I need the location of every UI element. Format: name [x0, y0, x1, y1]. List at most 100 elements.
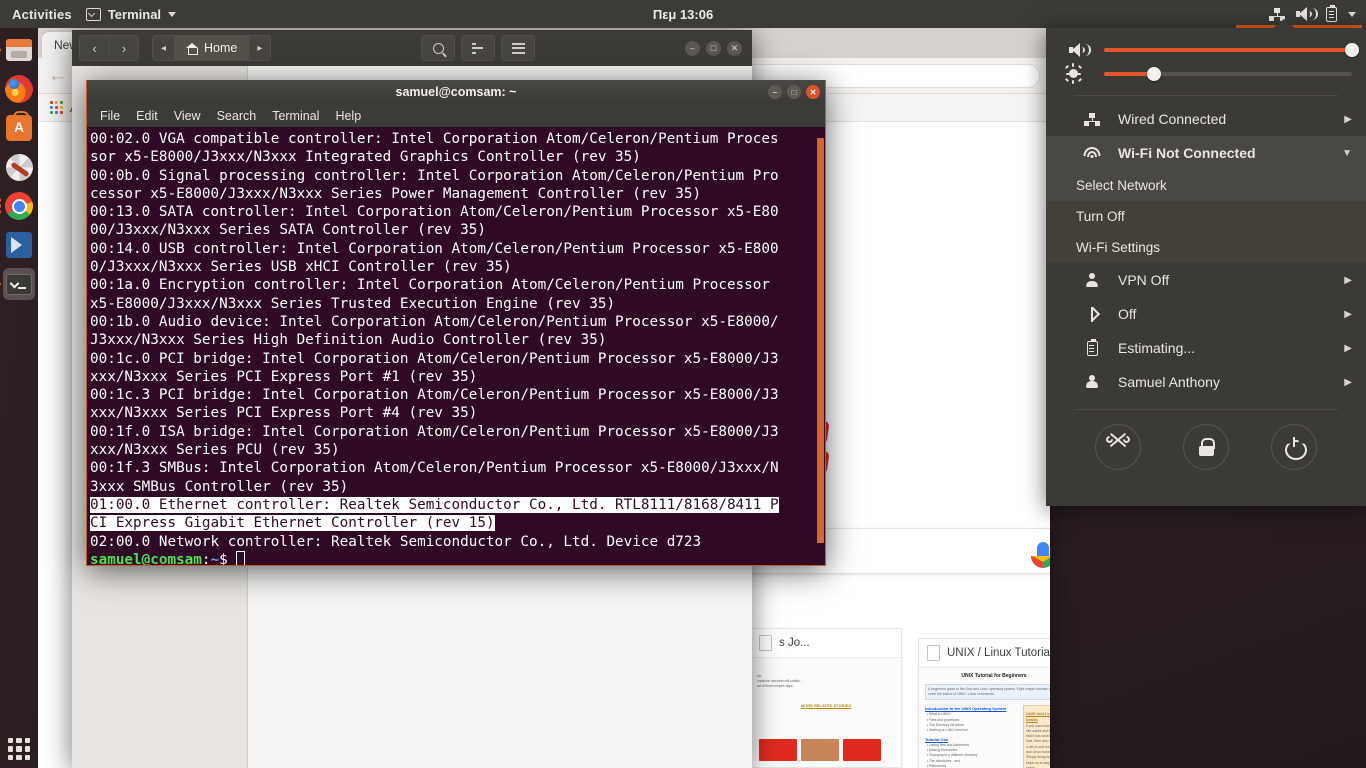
volume-slider[interactable] [1104, 43, 1359, 57]
terminal-scrollbar[interactable] [817, 138, 824, 543]
terminal-menu-search[interactable]: Search [209, 107, 265, 125]
files-view-toggle[interactable] [461, 35, 496, 61]
help-icon [5, 153, 33, 181]
back-icon[interactable]: ← [48, 66, 67, 85]
terminal-prompt-symbol: $ [219, 551, 228, 565]
brightness-slider-row[interactable] [1046, 62, 1366, 85]
wifi-select-network-item[interactable]: Select Network [1046, 170, 1366, 201]
terminal-menu-file[interactable]: File [92, 107, 128, 125]
files-menu-button[interactable] [501, 35, 536, 61]
terminal-line: 0/J3xxx/N3xxx Series USB xHCI Controller… [90, 259, 512, 276]
wifi-turn-off-item[interactable]: Turn Off [1046, 201, 1366, 232]
menu-row-bluetooth[interactable]: Off ▶ [1046, 297, 1366, 331]
chevron-right-icon: ▶ [1344, 274, 1352, 286]
terminal-line: 3xxx SMBus Controller (rev 35) [90, 478, 349, 495]
menu-row-vpn[interactable]: VPN Off ▶ [1046, 263, 1366, 297]
volume-slider-row[interactable] [1046, 38, 1366, 62]
terminal-line: xxx/N3xxx Series PCU (rev 35) [90, 442, 340, 459]
dock-item-firefox[interactable] [3, 73, 35, 105]
menu-row-user[interactable]: Samuel Anthony ▶ [1046, 365, 1366, 399]
network-wired-icon [1082, 112, 1102, 126]
files-icon [6, 39, 32, 61]
terminal-icon [85, 7, 101, 21]
files-back-button[interactable]: ‹ [79, 35, 109, 61]
terminal-line: 00:02.0 VGA compatible controller: Intel… [90, 131, 779, 147]
search-icon [432, 42, 444, 54]
terminal-line-selected: CI Express Gigabit Ethernet Controller (… [90, 515, 495, 532]
files-search-button[interactable] [421, 35, 456, 61]
firefox-icon [5, 75, 33, 103]
terminal-line: sor x5-E8000/J3xxx/N3xxx Integrated Grap… [90, 149, 641, 166]
files-forward-button[interactable]: › [109, 35, 139, 61]
battery-icon[interactable] [1326, 4, 1337, 22]
terminal-title: samuel@comsam: ~ [395, 85, 517, 99]
dock-item-chrome[interactable] [3, 190, 35, 222]
terminal-output-area[interactable]: 00:02.0 VGA compatible controller: Intel… [87, 127, 825, 565]
power-button[interactable] [1271, 424, 1317, 470]
dock-item-help[interactable] [3, 151, 35, 183]
terminal-maximize-button[interactable]: □ [787, 85, 801, 99]
terminal-line: 00:13.0 SATA controller: Intel Corporati… [90, 204, 779, 221]
terminal-title-bar[interactable]: samuel@comsam: ~ – □ ✕ [87, 80, 825, 104]
terminal-menu-terminal[interactable]: Terminal [264, 107, 327, 125]
path-next-button[interactable]: ▸ [249, 35, 272, 61]
path-home-button[interactable]: Home [174, 35, 250, 61]
shortcut-tile[interactable]: UNIX / Linux Tutoria... UNIX Tutorial fo… [918, 638, 1050, 768]
files-window-controls: – □ ✕ [685, 40, 748, 56]
files-close-button[interactable]: ✕ [727, 40, 742, 56]
apps-grid-icon[interactable] [50, 101, 63, 114]
terminal-line: 02:00.0 Network controller: Realtek Semi… [90, 533, 702, 550]
chevron-down-icon[interactable] [1348, 11, 1356, 17]
app-menu-button[interactable]: Terminal [85, 6, 177, 22]
terminal-minimize-button[interactable]: – [768, 85, 782, 99]
files-maximize-button[interactable]: □ [706, 40, 721, 56]
terminal-menu-edit[interactable]: Edit [128, 107, 166, 125]
show-applications-icon[interactable] [8, 738, 30, 760]
dock-item-software[interactable] [3, 111, 35, 144]
microphone-icon[interactable] [1031, 541, 1050, 568]
terminal-menu-view[interactable]: View [166, 107, 209, 125]
path-prev-button[interactable]: ◂ [152, 35, 174, 61]
shortcut-tile[interactable]: s Jo... pic machine obsolete will satisf… [750, 628, 902, 768]
terminal-line-selected: 01:00.0 Ethernet controller: Realtek Sem… [90, 496, 779, 513]
dock-item-files[interactable] [3, 34, 35, 66]
menu-row-wifi[interactable]: Wi-Fi Not Connected ▼ [1046, 136, 1366, 170]
wifi-icon [1082, 147, 1102, 159]
menu-row-battery[interactable]: Estimating... ▶ [1046, 331, 1366, 365]
chrome-icon [5, 192, 33, 220]
desktop-screen: New ... ← → Ap [0, 0, 1366, 768]
wifi-settings-item[interactable]: Wi-Fi Settings [1046, 232, 1366, 263]
system-menu-panel[interactable]: Wired Connected ▶ Wi-Fi Not Connected ▼ … [1046, 19, 1366, 506]
terminal-close-button[interactable]: ✕ [806, 85, 820, 99]
volume-icon[interactable] [1296, 7, 1318, 21]
menu-divider [1074, 95, 1338, 96]
battery-icon [1082, 338, 1102, 356]
dock-item-vscode[interactable] [3, 229, 35, 261]
terminal-line: 00:1c.3 PCI bridge: Intel Corporation At… [90, 387, 779, 404]
chevron-right-icon: ▶ [1344, 342, 1352, 354]
lock-icon [1198, 438, 1215, 456]
shortcut-tile-title: s Jo... [751, 629, 901, 657]
terminal-window-controls: – □ ✕ [768, 80, 820, 104]
files-minimize-button[interactable]: – [685, 40, 700, 56]
app-menu-label: Terminal [107, 6, 162, 22]
terminal-line: 00:0b.0 Signal processing controller: In… [90, 167, 779, 184]
clock-menu-button[interactable]: Πεμ 13:06 [0, 0, 1366, 28]
terminal-line: 00:1f.0 ISA bridge: Intel Corporation At… [90, 423, 779, 440]
terminal-window[interactable]: samuel@comsam: ~ – □ ✕ File Edit View Se… [86, 80, 826, 566]
dock-item-terminal[interactable] [3, 268, 35, 300]
hamburger-menu-icon [511, 42, 525, 54]
terminal-line: xxx/N3xxx Series PCI Express Port #4 (re… [90, 405, 478, 422]
activities-button[interactable]: Activities [0, 7, 86, 22]
chevron-right-icon: ▶ [1344, 308, 1352, 320]
volume-icon [1058, 43, 1091, 57]
menu-row-label: Wired Connected [1118, 111, 1227, 127]
brightness-slider[interactable] [1104, 66, 1352, 81]
terminal-menu-help[interactable]: Help [327, 107, 369, 125]
ubuntu-dock [0, 28, 38, 768]
terminal-line: 00:14.0 USB controller: Intel Corporatio… [90, 240, 779, 257]
terminal-line: J3xxx/N3xxx Series High Definition Audio… [90, 332, 607, 349]
menu-row-wired[interactable]: Wired Connected ▶ [1046, 102, 1366, 136]
settings-button[interactable] [1095, 424, 1141, 470]
lock-button[interactable] [1183, 424, 1229, 470]
